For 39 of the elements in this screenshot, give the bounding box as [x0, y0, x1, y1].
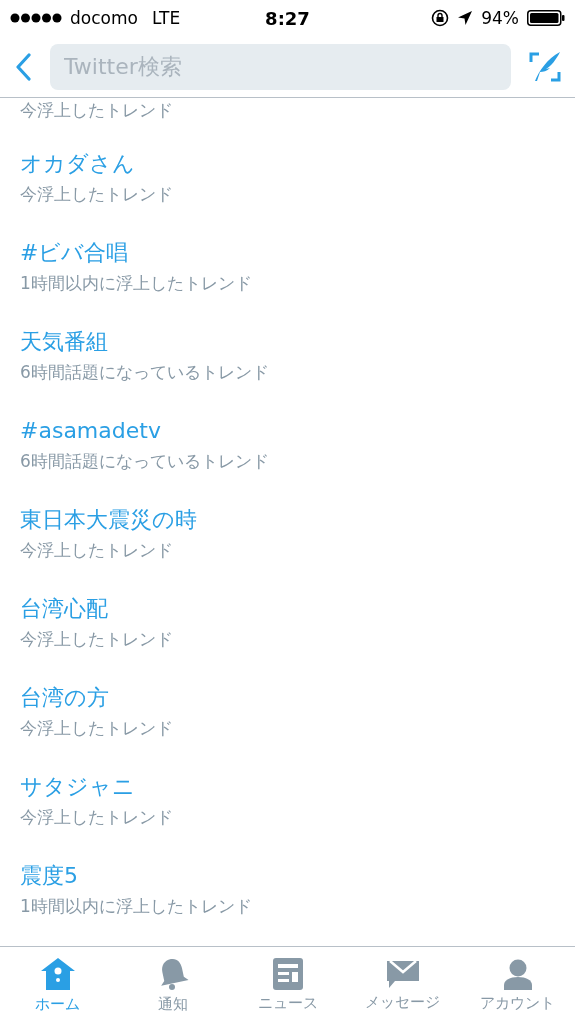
trend-subtitle: 6時間話題になっているトレンド: [20, 450, 269, 473]
clock-time: 8:27: [265, 7, 310, 29]
tab-button[interactable]: アカウント: [460, 947, 575, 1024]
trend-subtitle: 今浮上したトレンド: [20, 183, 173, 206]
house-icon: [39, 957, 76, 991]
trend-title[interactable]: オカダさん: [20, 150, 135, 178]
carrier-name: docomo: [70, 8, 138, 28]
back-icon[interactable]: [14, 52, 32, 81]
trend-title[interactable]: サタジャニ: [20, 773, 135, 801]
compose-icon[interactable]: [529, 50, 561, 83]
trend-title[interactable]: #asamadetv: [20, 417, 161, 445]
trend-title[interactable]: 天気番組: [20, 328, 108, 356]
trend-subtitle: 今浮上したトレンド: [20, 99, 173, 122]
battery-percent: 94%: [481, 8, 519, 28]
tab-button[interactable]: ニュース: [230, 947, 345, 1024]
rotation-lock-icon: [431, 9, 450, 27]
tab-button[interactable]: メッセージ: [345, 947, 460, 1024]
trend-subtitle: 6時間話題になっているトレンド: [20, 361, 269, 384]
trend-subtitle: 今浮上したトレンド: [20, 539, 173, 562]
location-arrow-icon: [457, 10, 474, 26]
tab-button[interactable]: ホーム: [0, 947, 115, 1024]
trend-subtitle: 1時間以内に浮上したトレンド: [20, 272, 252, 295]
trend-title[interactable]: 東日本大震災の時: [20, 506, 197, 534]
trend-subtitle: 今浮上したトレンド: [20, 717, 173, 740]
battery-icon: [527, 10, 565, 26]
trend-title[interactable]: #ビバ合唱: [20, 239, 129, 267]
envelope-icon: [386, 959, 419, 989]
signal-icon: [10, 13, 62, 23]
tab-button[interactable]: 通知: [115, 947, 230, 1024]
network-type: LTE: [151, 8, 181, 28]
trend-title[interactable]: 台湾心配: [20, 595, 108, 623]
search-field[interactable]: Twitter検索: [50, 43, 511, 90]
trend-subtitle: 今浮上したトレンド: [20, 806, 173, 829]
trend-title[interactable]: 震度5: [20, 862, 78, 890]
newspaper-icon: [272, 958, 303, 990]
trend-subtitle: 今浮上したトレンド: [20, 628, 173, 651]
person-icon: [501, 958, 534, 990]
trend-subtitle: 1時間以内に浮上したトレンド: [20, 895, 252, 918]
trend-title[interactable]: 台湾の方: [20, 684, 109, 712]
